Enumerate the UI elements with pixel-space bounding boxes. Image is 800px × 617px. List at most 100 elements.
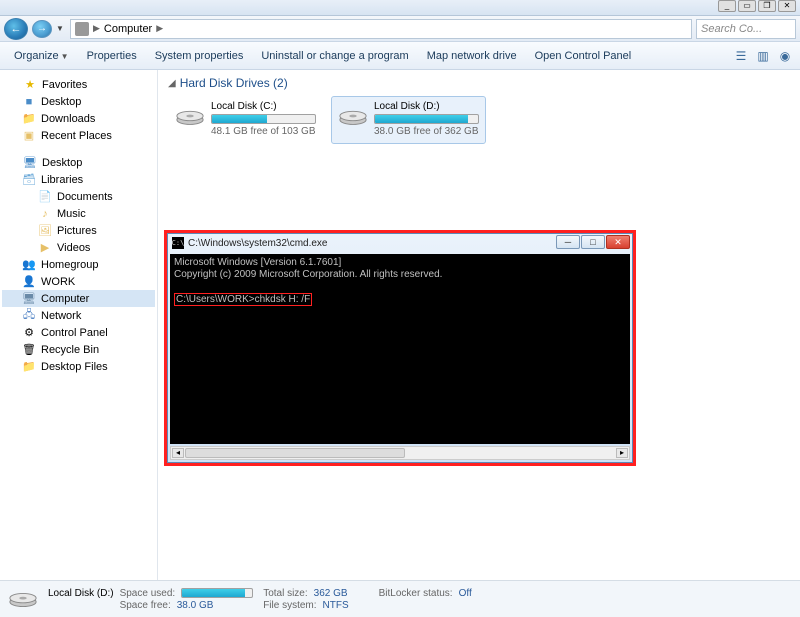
window-min-button[interactable]: _: [718, 0, 736, 12]
status-value: 362 GB: [314, 588, 348, 599]
chevron-right-icon: ▶: [93, 23, 100, 34]
scroll-left-arrow[interactable]: ◂: [172, 448, 184, 458]
desktop-icon: 🖥: [23, 156, 37, 170]
videos-icon: ▶: [38, 241, 52, 255]
sidebar-item-label: Libraries: [41, 174, 83, 186]
recent-icon: ▣: [22, 129, 36, 143]
drive-usage-bar: [374, 114, 479, 124]
sidebar-item-label: WORK: [41, 276, 75, 288]
nav-history-dropdown[interactable]: ▼: [56, 24, 66, 33]
sidebar-item-desktop-files[interactable]: 📁 Desktop Files: [2, 358, 155, 375]
view-options-icon[interactable]: ☰: [732, 47, 750, 65]
sidebar-item-work[interactable]: 👤 WORK: [2, 273, 155, 290]
status-label: Total size:: [263, 588, 307, 599]
breadcrumb-item[interactable]: Computer: [104, 23, 152, 35]
drive-free-text: 38.0 GB free of 362 GB: [374, 126, 479, 137]
sidebar-item-label: Recent Places: [41, 130, 112, 142]
cmd-max-button[interactable]: □: [581, 235, 605, 249]
nav-back-button[interactable]: ←: [4, 18, 28, 40]
scroll-thumb[interactable]: [185, 448, 405, 458]
nav-forward-button[interactable]: →: [32, 20, 52, 38]
cmd-min-button[interactable]: ─: [556, 235, 580, 249]
map-drive-button[interactable]: Map network drive: [419, 47, 525, 65]
user-icon: 👤: [22, 275, 36, 289]
cmd-command-highlight: C:\Users\WORK>chkdsk H: /F: [174, 293, 312, 306]
search-input[interactable]: Search Co...: [696, 19, 796, 39]
sidebar-item-label: Desktop: [42, 157, 82, 169]
cmd-line: Copyright (c) 2009 Microsoft Corporation…: [174, 269, 626, 281]
sidebar-item-pictures[interactable]: 🖼Pictures: [2, 222, 155, 239]
status-label: Space free:: [120, 600, 171, 611]
sidebar-item-recycle-bin[interactable]: 🗑Recycle Bin: [2, 341, 155, 358]
drive-usage-fill: [375, 115, 468, 123]
sidebar-item-label: Documents: [57, 191, 113, 203]
folder-icon: 📁: [22, 360, 36, 374]
pictures-icon: 🖼: [38, 224, 52, 238]
sidebar-item-control-panel[interactable]: ⚙Control Panel: [2, 324, 155, 341]
status-label: BitLocker status:: [379, 588, 453, 599]
drive-item-c[interactable]: Local Disk (C:) 48.1 GB free of 103 GB: [168, 96, 323, 144]
cmd-close-button[interactable]: ✕: [606, 235, 630, 249]
breadcrumb[interactable]: ▶ Computer ▶: [70, 19, 692, 39]
sidebar-item-recent[interactable]: ▣ Recent Places: [2, 127, 155, 144]
cmd-line: Microsoft Windows [Version 6.1.7601]: [174, 257, 626, 269]
status-drive-name: Local Disk (D:): [48, 588, 114, 599]
sidebar-item-desktop-fav[interactable]: ■ Desktop: [2, 93, 155, 110]
content-pane: ◢ Hard Disk Drives (2) Local Disk (C:) 4…: [158, 70, 800, 580]
sidebar-item-homegroup[interactable]: 👥Homegroup: [2, 256, 155, 273]
window-max-button[interactable]: ❐: [758, 0, 776, 12]
organize-button[interactable]: Organize▼: [6, 47, 77, 65]
sidebar-item-label: Desktop: [41, 96, 81, 108]
sidebar-item-favorites[interactable]: ★Favorites: [2, 76, 155, 93]
sidebar-item-documents[interactable]: 📄 Documents: [2, 188, 155, 205]
hdd-icon: [175, 101, 205, 131]
sidebar-item-music[interactable]: ♪Music: [2, 205, 155, 222]
cmd-h-scrollbar[interactable]: ◂ ▸: [170, 446, 630, 460]
highlighted-region: C:\ C:\Windows\system32\cmd.exe ─ □ ✕ Mi…: [164, 230, 636, 466]
cmd-window[interactable]: C:\ C:\Windows\system32\cmd.exe ─ □ ✕ Mi…: [167, 233, 633, 463]
scroll-right-arrow[interactable]: ▸: [616, 448, 628, 458]
sidebar-item-label: Favorites: [42, 79, 87, 91]
sidebar-item-downloads[interactable]: 📁Downloads: [2, 110, 155, 127]
sidebar-item-desktop[interactable]: 🖥 Desktop: [2, 154, 155, 171]
window-restore-button[interactable]: ▭: [738, 0, 756, 12]
sidebar-item-label: Music: [57, 208, 86, 220]
open-control-panel-button[interactable]: Open Control Panel: [527, 47, 640, 65]
section-title: Hard Disk Drives (2): [180, 76, 288, 90]
status-label: File system:: [263, 600, 316, 611]
help-icon[interactable]: ◉: [776, 47, 794, 65]
drive-free-text: 48.1 GB free of 103 GB: [211, 126, 316, 137]
window-close-button[interactable]: ✕: [778, 0, 796, 12]
chevron-down-icon: ◢: [168, 78, 176, 89]
computer-icon: [75, 22, 89, 36]
libraries-icon: 🗃: [22, 173, 36, 187]
hdd-icon: [338, 101, 368, 131]
sidebar-item-videos[interactable]: ▶Videos: [2, 239, 155, 256]
network-icon: 🖧: [22, 309, 36, 323]
sidebar-item-label: Desktop Files: [41, 361, 108, 373]
cmd-output[interactable]: Microsoft Windows [Version 6.1.7601] Cop…: [170, 254, 630, 444]
status-usage-fill: [182, 589, 245, 597]
sidebar-item-computer[interactable]: 🖥 Computer: [2, 290, 155, 307]
status-value: Off: [459, 588, 472, 599]
chevron-right-icon: ▶: [156, 23, 163, 34]
properties-button[interactable]: Properties: [79, 47, 145, 65]
sidebar-item-network[interactable]: 🖧Network: [2, 307, 155, 324]
uninstall-button[interactable]: Uninstall or change a program: [253, 47, 416, 65]
sidebar-item-libraries[interactable]: 🗃 Libraries: [2, 171, 155, 188]
cmd-icon: C:\: [172, 237, 184, 249]
control-panel-icon: ⚙: [22, 326, 36, 340]
drive-usage-fill: [212, 115, 267, 123]
section-header[interactable]: ◢ Hard Disk Drives (2): [168, 76, 790, 90]
desktop-icon: ■: [22, 95, 36, 109]
computer-icon: 🖥: [22, 292, 36, 306]
cmd-titlebar[interactable]: C:\ C:\Windows\system32\cmd.exe ─ □ ✕: [168, 234, 632, 252]
status-value: NTFS: [323, 600, 349, 611]
drive-item-d[interactable]: Local Disk (D:) 38.0 GB free of 362 GB: [331, 96, 486, 144]
sidebar-item-label: Computer: [41, 293, 89, 305]
preview-pane-icon[interactable]: ▥: [754, 47, 772, 65]
hdd-icon: [8, 585, 38, 613]
drive-name: Local Disk (C:): [211, 101, 316, 112]
documents-icon: 📄: [38, 190, 52, 204]
system-properties-button[interactable]: System properties: [147, 47, 252, 65]
